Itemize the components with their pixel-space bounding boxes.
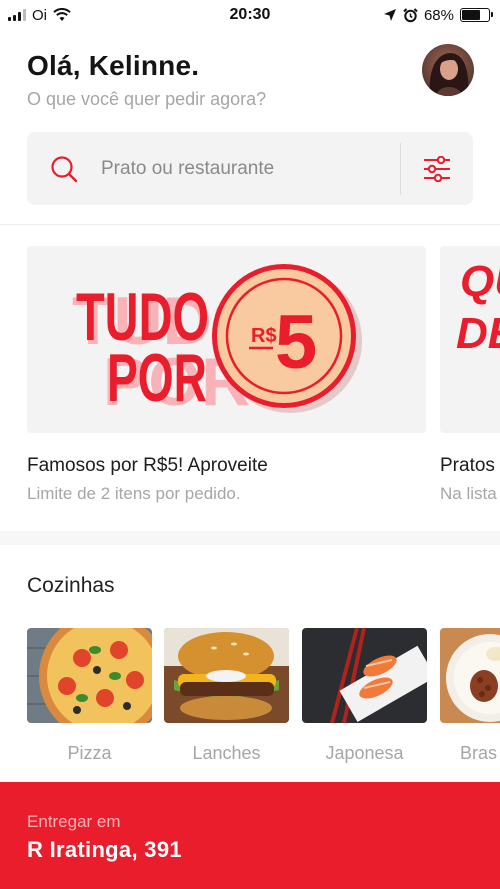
- coin-currency: R$: [251, 325, 277, 347]
- promo-title: Pratos: [440, 455, 495, 476]
- wifi-icon: [53, 8, 71, 21]
- status-bar: Oi 20:30 68%: [0, 0, 500, 30]
- greeting-subtitle: O que você quer pedir agora?: [27, 89, 267, 109]
- cuisine-japonesa-image[interactable]: [302, 628, 427, 723]
- battery-icon: [460, 8, 493, 22]
- section-separator: [0, 531, 500, 545]
- promo-title: Famosos por R$5! Aproveite: [27, 455, 268, 476]
- promo-subtitle: Limite de 2 itens por pedido.: [27, 484, 241, 503]
- delivery-address[interactable]: R Iratinga, 391: [27, 837, 182, 863]
- delivery-label: Entregar em: [27, 812, 121, 831]
- cuisine-label[interactable]: Lanches: [164, 743, 289, 764]
- alarm-icon: [403, 7, 418, 22]
- promo-banner-art: QU DE: [456, 257, 500, 358]
- battery-level: [462, 10, 480, 20]
- search-icon[interactable]: [27, 155, 101, 183]
- promo-subtitle: Na lista: [440, 484, 497, 503]
- section-title-cuisines: Cozinhas: [27, 574, 115, 597]
- cuisine-pizza-image[interactable]: [27, 628, 152, 723]
- filter-button[interactable]: [401, 132, 473, 205]
- carrier-name: Oi: [32, 6, 47, 24]
- location-arrow-icon: [383, 9, 396, 21]
- cuisine-bras-image[interactable]: [440, 628, 500, 723]
- promo-card-second[interactable]: QU DE: [440, 246, 500, 433]
- search-bar[interactable]: Prato ou restaurante: [27, 132, 473, 205]
- promo-art-line: QU: [460, 257, 500, 306]
- cuisine-label[interactable]: Bras: [440, 743, 500, 764]
- delivery-address-bar[interactable]: Entregar em R Iratinga, 391: [0, 782, 500, 889]
- cuisine-lanches-image[interactable]: [164, 628, 289, 723]
- promo-banner-art: TUDO TUDO POR POR R$ 5: [72, 264, 362, 420]
- battery-percent: 68%: [423, 6, 454, 24]
- divider: [0, 224, 500, 225]
- cuisine-label[interactable]: Japonesa: [302, 743, 427, 764]
- promo-art-line: DE: [456, 309, 500, 358]
- filter-icon: [424, 155, 450, 182]
- cuisine-label[interactable]: Pizza: [27, 743, 152, 764]
- search-input[interactable]: Prato ou restaurante: [101, 158, 400, 180]
- avatar[interactable]: [422, 44, 474, 96]
- promo-art-line: POR: [107, 340, 207, 416]
- signal-icon: [8, 9, 26, 21]
- greeting-title: Olá, Kelinne.: [27, 50, 200, 81]
- coin-value: 5: [275, 300, 317, 385]
- promo-card-tudo-por-5[interactable]: TUDO TUDO POR POR R$ 5: [27, 246, 426, 433]
